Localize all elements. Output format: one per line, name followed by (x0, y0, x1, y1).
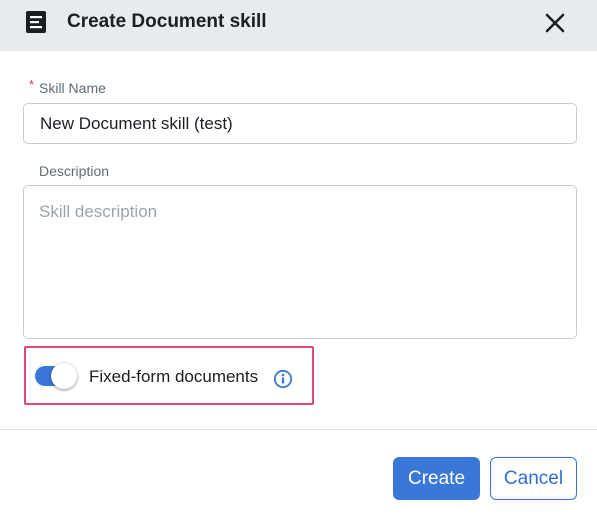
fixed-form-toggle[interactable] (35, 363, 77, 389)
footer-divider (0, 429, 597, 430)
skill-name-input[interactable] (23, 103, 577, 144)
close-icon (545, 13, 565, 33)
description-textarea[interactable] (23, 185, 577, 339)
cancel-button[interactable]: Cancel (490, 457, 577, 500)
close-button[interactable] (541, 9, 569, 37)
dialog-title: Create Document skill (67, 11, 267, 32)
dialog-header: Create Document skill (0, 0, 597, 51)
document-lines-icon (26, 11, 46, 33)
fixed-form-label: Fixed-form documents (89, 367, 259, 386)
fixed-form-toggle-row: Fixed-form documents (24, 346, 314, 405)
toggle-knob (51, 363, 77, 389)
description-label: Description (39, 163, 110, 179)
create-button[interactable]: Create (393, 457, 480, 500)
create-skill-dialog: Create Document skill * Skill Name Descr… (0, 0, 597, 519)
required-marker: * (29, 77, 35, 92)
info-icon[interactable] (273, 369, 293, 389)
skill-name-label: Skill Name (39, 80, 106, 96)
